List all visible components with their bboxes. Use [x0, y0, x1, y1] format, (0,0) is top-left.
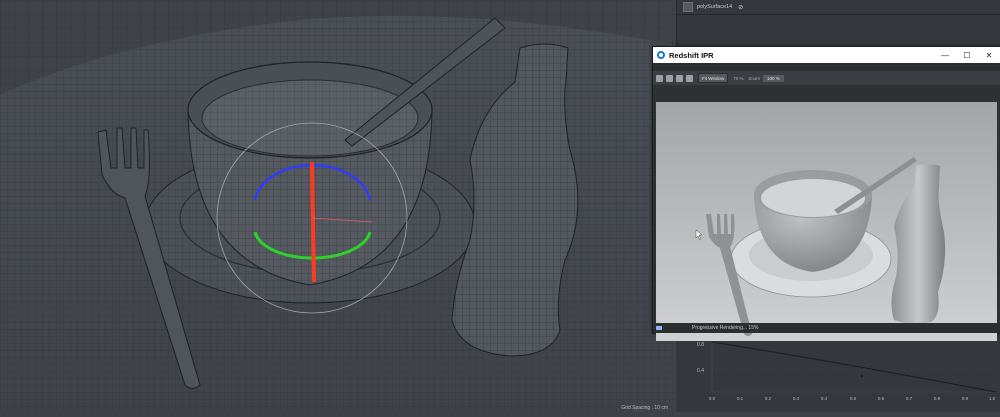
close-button[interactable]: ✕: [978, 47, 1000, 63]
graph-x-label: 0.2: [765, 396, 772, 401]
graph-x-label: 0.5: [850, 396, 857, 401]
ipr-title: Redshift IPR: [669, 50, 714, 60]
region-render-icon[interactable]: [676, 74, 683, 82]
grid-spacing-status: Grid Spacing : 10 cm: [621, 405, 668, 411]
graph-x-label: 0.6: [878, 396, 885, 401]
graph-x-label: 0.4: [821, 396, 828, 401]
snapshot-icon[interactable]: [686, 74, 693, 82]
graph-y-label: 0.4: [697, 368, 704, 374]
render-progress-bar: [656, 326, 662, 330]
fit-window-dropdown[interactable]: Fit Window: [698, 73, 729, 83]
zoom-label: Zoom: [748, 75, 761, 81]
mesh-node-icon: [683, 2, 693, 12]
viewport-scene: [0, 0, 676, 412]
redshift-logo-icon: [657, 51, 665, 59]
zoom-field[interactable]: 100 %: [763, 74, 784, 82]
render-status-text: Progressive Rendering... 15%: [692, 325, 759, 331]
ipr-title-bar[interactable]: Redshift IPR — ☐ ✕: [653, 47, 1000, 63]
graph-x-label: 0.9: [962, 396, 969, 401]
graph-x-label: 1.0: [989, 396, 996, 401]
ipr-menu-bar: [653, 63, 1000, 70]
outliner-item-label: polySurface14: [697, 4, 733, 10]
graph-x-label: 0.3: [793, 396, 800, 401]
graph-y-label: 0.8: [697, 342, 704, 348]
outliner-item[interactable]: polySurface14 ⊘: [683, 0, 995, 14]
refresh-render-icon[interactable]: [666, 74, 673, 82]
maximize-button[interactable]: ☐: [956, 47, 978, 63]
redshift-ipr-window[interactable]: Redshift IPR — ☐ ✕ Fit Window 70 % Zoom …: [652, 46, 1000, 341]
graph-x-label: 0.8: [934, 396, 941, 401]
graph-x-label: 0.0: [709, 396, 716, 401]
curve-graph: 0.8 0.4 0.0 0.1 0.2 0.3 0.4 0.5 0.6 0.7 …: [676, 330, 1000, 412]
3d-viewport[interactable]: Grid Spacing : 10 cm: [0, 0, 676, 412]
graph-x-label: 0.1: [737, 396, 744, 401]
ipr-status-bar: Progressive Rendering... 15%: [653, 323, 1000, 333]
outliner-divider: [677, 14, 1000, 15]
visibility-icon[interactable]: ⊘: [738, 4, 743, 11]
render-image: [656, 102, 997, 341]
percent-readout: 70 %: [733, 75, 744, 81]
curve-graph-panel[interactable]: 0.8 0.4 0.0 0.1 0.2 0.3 0.4 0.5 0.6 0.7 …: [676, 330, 1000, 412]
graph-x-label: 0.7: [906, 396, 913, 401]
render-view[interactable]: [656, 102, 997, 341]
stop-render-icon[interactable]: [656, 74, 663, 82]
minimize-button[interactable]: —: [934, 47, 956, 63]
ipr-render-border: [653, 85, 1000, 102]
ipr-toolbar: Fit Window 70 % Zoom 100 %: [653, 71, 1000, 85]
